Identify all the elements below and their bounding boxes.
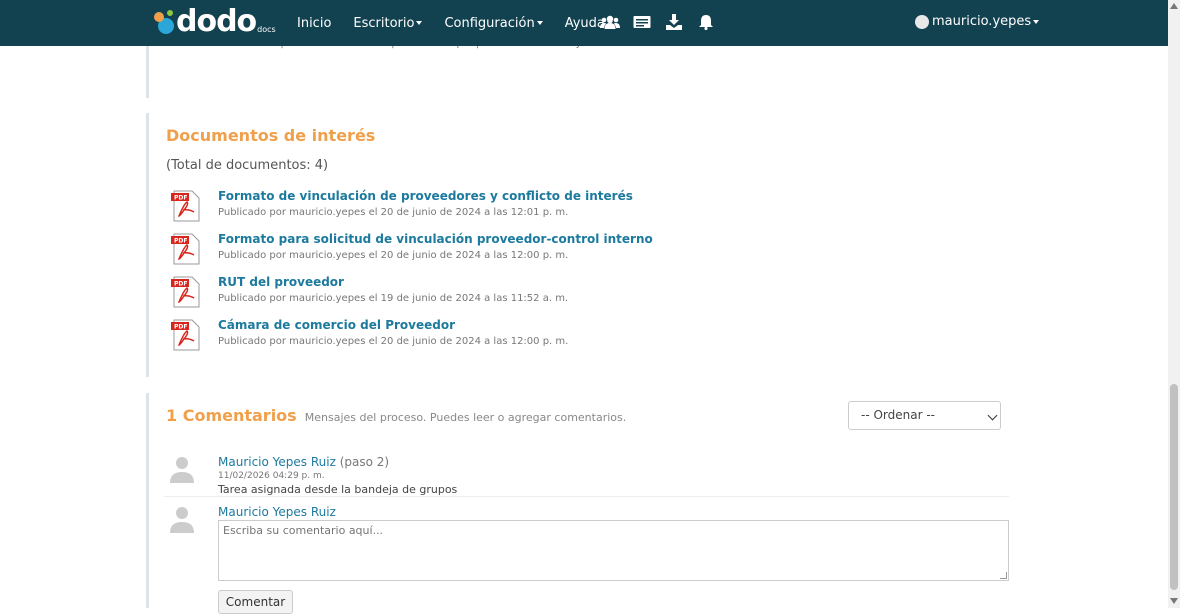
main-menu: Inicio Escritorio Configuración Ayuda xyxy=(297,0,635,46)
submit-comment-button[interactable]: Comentar xyxy=(218,590,293,614)
user-avatar-icon xyxy=(915,14,929,29)
order-select[interactable]: -- Ordenar -- xyxy=(848,401,1001,430)
page-scrollbar[interactable] xyxy=(1168,0,1180,608)
comment-step: (paso 2) xyxy=(339,455,390,469)
scroll-down-icon[interactable] xyxy=(1170,598,1178,604)
dodo-logo[interactable]: dodo docs xyxy=(152,4,276,39)
document-meta: Publicado por mauricio.yepes el 20 de ju… xyxy=(218,207,569,218)
user-menu[interactable]: mauricio.yepes xyxy=(915,14,1040,29)
document-title-link[interactable]: Cámara de comercio del Proveedor xyxy=(218,318,455,332)
pdf-icon: PDF xyxy=(171,276,200,308)
document-title-link[interactable]: RUT del proveedor xyxy=(218,275,344,289)
order-select-value: -- Ordenar -- xyxy=(861,408,936,422)
avatar-placeholder-icon xyxy=(170,507,194,533)
menu-inicio[interactable]: Inicio xyxy=(297,16,331,31)
comment-date: 11/02/2026 04:29 p. m. xyxy=(218,471,325,481)
comment-textarea[interactable] xyxy=(218,520,1009,581)
comment-author-name[interactable]: Mauricio Yepes Ruiz xyxy=(218,455,336,469)
document-item[interactable]: PDF RUT del proveedor Publicado por maur… xyxy=(171,275,1011,316)
svg-text:PDF: PDF xyxy=(174,281,187,288)
comment-text: Tarea asignada desde la bandeja de grupo… xyxy=(218,483,458,496)
document-meta: Publicado por mauricio.yepes el 20 de ju… xyxy=(218,250,569,261)
caret-down-icon xyxy=(1033,19,1040,24)
svg-text:PDF: PDF xyxy=(174,195,187,202)
download-icon[interactable] xyxy=(664,12,684,32)
menu-escritorio[interactable]: Escritorio xyxy=(353,15,423,31)
document-item[interactable]: PDF Formato de vinculación de proveedore… xyxy=(171,189,1011,230)
comment-author[interactable]: Mauricio Yepes Ruiz (paso 2) xyxy=(218,455,389,469)
documents-count: (Total de documentos: 4) xyxy=(166,158,329,173)
comments-subtitle: Mensajes del proceso. Puedes leer o agre… xyxy=(304,411,627,424)
logo-mark-icon xyxy=(154,10,174,34)
svg-text:PDF: PDF xyxy=(174,238,187,245)
document-item[interactable]: PDF Formato para solicitud de vinculació… xyxy=(171,232,1011,273)
logo-subtext: docs xyxy=(257,25,276,34)
menu-configuracion-label: Configuración xyxy=(444,15,535,31)
scroll-up-icon[interactable] xyxy=(1170,3,1178,9)
cards-icon[interactable] xyxy=(632,12,652,32)
caret-down-icon xyxy=(536,21,543,25)
menu-ayuda-label: Ayuda xyxy=(564,15,605,31)
users-icon[interactable] xyxy=(600,12,620,32)
comments-header: 1 Comentarios Mensajes del proceso. Pued… xyxy=(166,406,626,425)
comments-panel: 1 Comentarios Mensajes del proceso. Pued… xyxy=(146,393,1019,614)
comment-divider xyxy=(164,496,1009,497)
menu-escritorio-label: Escritorio xyxy=(353,15,415,31)
nav-icon-group xyxy=(600,12,716,32)
documents-title: Documentos de interés xyxy=(166,126,376,145)
document-meta: Publicado por mauricio.yepes el 19 de ju… xyxy=(218,293,569,304)
document-title-link[interactable]: Formato para solicitud de vinculación pr… xyxy=(218,232,653,246)
document-item[interactable]: PDF Cámara de comercio del Proveedor Pub… xyxy=(171,318,1011,359)
caret-down-icon xyxy=(416,21,423,25)
user-name: mauricio.yepes xyxy=(932,14,1032,29)
pdf-icon: PDF xyxy=(171,233,200,265)
comments-title: 1 Comentarios xyxy=(166,406,297,425)
chevron-down-icon xyxy=(987,410,998,421)
resize-grip-icon[interactable] xyxy=(1000,572,1007,579)
new-comment-author[interactable]: Mauricio Yepes Ruiz xyxy=(218,505,336,519)
menu-configuracion[interactable]: Configuración xyxy=(444,15,543,31)
svg-text:PDF: PDF xyxy=(174,324,187,331)
scrollbar-thumb[interactable] xyxy=(1170,384,1178,590)
bell-icon[interactable] xyxy=(696,12,716,32)
document-title-link[interactable]: Formato de vinculación de proveedores y … xyxy=(218,189,633,203)
logo-text: dodo xyxy=(176,4,257,39)
documents-panel: Documentos de interés (Total de document… xyxy=(146,113,1019,377)
top-navbar: dodo docs Inicio Escritorio Configuració… xyxy=(0,0,1168,46)
document-meta: Publicado por mauricio.yepes el 20 de ju… xyxy=(218,336,569,347)
menu-inicio-label: Inicio xyxy=(297,15,332,31)
pdf-icon: PDF xyxy=(171,190,200,222)
avatar-placeholder-icon xyxy=(170,457,194,483)
pdf-icon: PDF xyxy=(171,319,200,351)
